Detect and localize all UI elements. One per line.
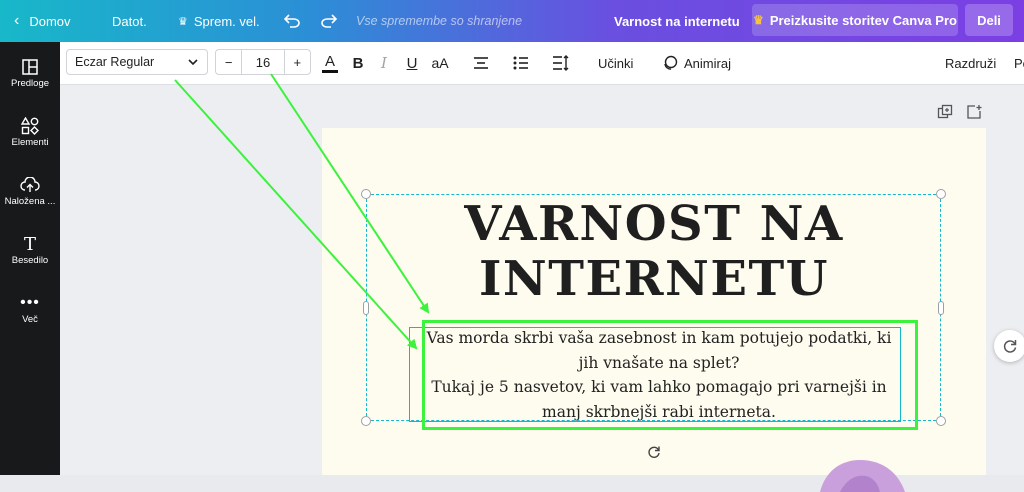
font-size-input[interactable]: 16 bbox=[242, 50, 285, 74]
increase-font-size-button[interactable]: + bbox=[285, 50, 310, 74]
elements-icon bbox=[21, 117, 39, 135]
animate-icon bbox=[664, 55, 678, 70]
refresh-icon bbox=[1003, 340, 1017, 353]
decrease-font-size-button[interactable]: − bbox=[216, 50, 243, 74]
crown-icon: ♛ bbox=[753, 13, 764, 27]
sidebar-item-elements[interactable]: Elementi bbox=[0, 115, 60, 148]
refresh-floating-button[interactable] bbox=[994, 330, 1024, 362]
text-icon: T bbox=[23, 233, 36, 255]
sidebar-item-label: Predloge bbox=[10, 78, 50, 89]
rotate-icon bbox=[648, 446, 660, 458]
side-resize-handle[interactable] bbox=[938, 301, 944, 315]
redo-icon bbox=[321, 14, 338, 28]
side-resize-handle[interactable] bbox=[363, 301, 369, 315]
more-icon: ••• bbox=[20, 294, 40, 311]
file-menu-button[interactable]: Datot. bbox=[112, 0, 147, 42]
italic-button[interactable]: I bbox=[374, 52, 394, 74]
text-color-icon: A bbox=[324, 52, 335, 70]
home-button[interactable]: ‹ Domov bbox=[14, 0, 71, 42]
align-center-button[interactable] bbox=[470, 52, 492, 74]
rotate-handle[interactable] bbox=[645, 443, 663, 461]
crown-icon: ♛ bbox=[178, 15, 188, 28]
sidebar-item-templates[interactable]: Predloge bbox=[0, 56, 60, 89]
resize-handle[interactable] bbox=[936, 416, 946, 426]
add-page-button[interactable] bbox=[966, 104, 982, 120]
effects-button[interactable]: Učinki bbox=[598, 52, 633, 74]
bullet-list-icon bbox=[513, 56, 528, 70]
resize-handle[interactable] bbox=[361, 189, 371, 199]
sidebar-item-more[interactable]: ••• Več bbox=[0, 292, 60, 325]
duplicate-page-button[interactable] bbox=[937, 104, 953, 120]
share-button[interactable]: Deli bbox=[965, 4, 1013, 36]
position-button[interactable]: Po bbox=[1014, 52, 1024, 74]
save-status: Vse spremembe so shranjene bbox=[356, 14, 523, 28]
bold-button[interactable]: B bbox=[348, 52, 368, 74]
top-bar: ‹ Domov Datot. ♛ Sprem. vel. Vse spremem… bbox=[0, 0, 1024, 42]
sidebar-item-label: Besedilo bbox=[11, 255, 49, 266]
template-icon bbox=[22, 59, 38, 75]
decorative-illustration bbox=[820, 460, 905, 492]
sidebar: Predloge Elementi Naložena ... T Besedil… bbox=[0, 42, 60, 475]
align-center-icon bbox=[474, 57, 488, 69]
redo-button[interactable] bbox=[320, 0, 338, 42]
underline-button[interactable]: U bbox=[402, 52, 422, 74]
add-page-icon bbox=[967, 105, 982, 119]
undo-button[interactable] bbox=[283, 0, 301, 42]
font-size-stepper: − 16 + bbox=[215, 49, 311, 75]
chevron-down-icon bbox=[188, 59, 198, 66]
line-spacing-icon bbox=[553, 55, 569, 71]
sidebar-item-label: Več bbox=[22, 314, 38, 325]
duplicate-icon bbox=[937, 104, 953, 119]
undo-icon bbox=[283, 14, 300, 28]
annotation-highlight-box bbox=[422, 320, 918, 430]
resize-button[interactable]: ♛ Sprem. vel. bbox=[178, 0, 260, 42]
canva-pro-trial-button[interactable]: ♛ Preizkusite storitev Canva Pro bbox=[752, 4, 958, 36]
text-toolbar: Eczar Regular − 16 + A B I U aA Učinki A… bbox=[60, 42, 1024, 85]
upload-icon bbox=[20, 177, 40, 192]
document-title[interactable]: Varnost na internetu bbox=[614, 0, 740, 42]
font-family-dropdown[interactable]: Eczar Regular bbox=[66, 49, 208, 75]
sidebar-item-label: Elementi bbox=[11, 137, 49, 148]
sidebar-item-text[interactable]: T Besedilo bbox=[0, 233, 60, 267]
animate-button[interactable]: Animiraj bbox=[662, 52, 731, 74]
sidebar-item-label: Naložena ... bbox=[4, 196, 56, 207]
resize-handle[interactable] bbox=[361, 416, 371, 426]
resize-handle[interactable] bbox=[936, 189, 946, 199]
chevron-left-icon: ‹ bbox=[14, 12, 20, 29]
ungroup-button[interactable]: Razdruži bbox=[945, 52, 996, 74]
spacing-button[interactable] bbox=[550, 52, 572, 74]
sidebar-item-uploads[interactable]: Naložena ... bbox=[0, 174, 60, 207]
text-color-button[interactable]: A bbox=[318, 52, 342, 74]
letter-case-button[interactable]: aA bbox=[428, 52, 452, 74]
list-button[interactable] bbox=[510, 52, 532, 74]
